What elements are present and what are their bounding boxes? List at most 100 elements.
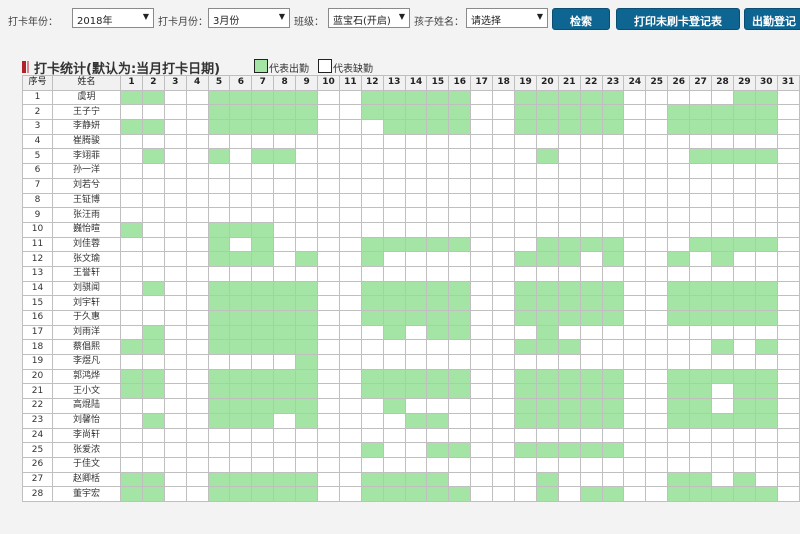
attendance-cell-present [295, 324, 319, 341]
attendance-cell-present [207, 383, 231, 400]
col-header-index: 序号 [22, 75, 53, 91]
child-name-select-value: 请选择 [471, 16, 501, 27]
attendance-cell-absent [645, 89, 669, 106]
attendance-cell-absent [426, 148, 450, 165]
attendance-cell-absent [776, 471, 800, 488]
attendance-cell-present [754, 148, 778, 165]
attendance-cell-absent [360, 412, 384, 429]
attendance-cell-absent [163, 324, 187, 341]
attendance-cell-present [404, 486, 428, 502]
attendance-cell-absent [338, 89, 362, 106]
attendance-cell-present [295, 412, 319, 429]
attendance-cell-present [360, 104, 384, 121]
attendance-cell-absent [163, 177, 187, 194]
attendance-cell-absent [273, 427, 297, 444]
class-dropdown-arrow-icon: ▼ [398, 12, 405, 21]
attendance-cell-absent [163, 456, 187, 473]
table-row: 24 李尚轩 [22, 427, 800, 444]
attendance-cell-absent [207, 427, 231, 444]
child-name-select[interactable]: 请选择 ▼ [466, 8, 548, 28]
attendance-cell-present [535, 148, 559, 165]
attendance-cell-present [535, 295, 559, 311]
attendance-cell-present [732, 398, 756, 414]
section-header: 打卡统计(默认为:当月打卡日期) 代表出勤 代表缺勤 [22, 58, 422, 77]
attendance-cell-present [667, 104, 691, 121]
attendance-cell-absent [251, 442, 275, 458]
attendance-cell-absent [207, 163, 231, 179]
attendance-cell-present [711, 310, 734, 326]
attendance-cell-present [295, 354, 319, 370]
attendance-cell-absent [295, 192, 319, 209]
attendance-cell-absent [317, 383, 340, 400]
attendance-cell-absent [623, 89, 647, 106]
attendance-cell-absent [273, 412, 297, 429]
attendance-cell-absent [470, 310, 494, 326]
attendance-cell-present [382, 486, 406, 502]
student-name: 刘骐闻 [52, 280, 121, 297]
attendance-cell-absent [185, 442, 209, 458]
attendance-cell-present [426, 442, 450, 458]
table-row: 14 刘骐闻 [22, 280, 800, 297]
attendance-cell-absent [426, 163, 450, 179]
attendance-cell-absent [426, 192, 450, 209]
attendance-cell-present [251, 324, 275, 341]
attendance-cell-present [426, 471, 450, 488]
attendance-cell-present [295, 280, 319, 297]
attendance-cell-present [360, 383, 384, 400]
title-marker-icon [22, 61, 26, 73]
attendance-cell-present [535, 442, 559, 458]
table-row: 23 刘馨怡 [22, 412, 800, 429]
attendance-cell-absent [579, 339, 603, 356]
attendance-cell-absent [338, 427, 362, 444]
attendance-cell-absent [207, 177, 231, 194]
attendance-cell-present [601, 295, 625, 311]
attendance-cell-absent [557, 354, 581, 370]
attendance-cell-present [207, 89, 231, 106]
table-row: 7 刘若兮 [22, 177, 800, 194]
attendance-cell-absent [557, 324, 581, 341]
attendance-cell-absent [667, 456, 691, 473]
attendance-cell-present [426, 295, 450, 311]
attendance-cell-present [207, 104, 231, 121]
attendance-cell-present [667, 368, 691, 385]
attendance-cell-present [295, 398, 319, 414]
class-select[interactable]: 蓝宝石(开启) ▼ [328, 8, 410, 28]
attendance-cell-absent [338, 471, 362, 488]
search-button[interactable]: 检索 [552, 8, 610, 30]
attendance-cell-present [273, 486, 297, 502]
attendance-cell-absent [645, 324, 669, 341]
attendance-cell-present [535, 89, 559, 106]
table-row: 6 孙一洋 [22, 163, 800, 179]
attendance-cell-present [207, 412, 231, 429]
attendance-cell-absent [754, 221, 778, 238]
attendance-cell-present [404, 383, 428, 400]
attendance-cell-absent [120, 104, 143, 121]
month-select[interactable]: 3月份 ▼ [208, 8, 290, 28]
attendance-cell-absent [645, 442, 669, 458]
attendance-cell-absent [754, 177, 778, 194]
attendance-cell-absent [448, 339, 472, 356]
attendance-cell-present [689, 398, 713, 414]
attendance-register-button[interactable]: 出勤登记 [744, 8, 800, 30]
year-select[interactable]: 2018年 ▼ [72, 8, 154, 28]
attendance-cell-absent [404, 456, 428, 473]
attendance-cell-absent [579, 265, 603, 282]
attendance-cell-absent [623, 383, 647, 400]
attendance-cell-present [535, 251, 559, 267]
attendance-cell-absent [667, 192, 691, 209]
attendance-cell-present [557, 119, 581, 135]
attendance-cell-present [557, 442, 581, 458]
attendance-cell-absent [579, 471, 603, 488]
attendance-cell-present [295, 486, 319, 502]
attendance-cell-absent [492, 163, 516, 179]
attendance-cell-present [120, 368, 143, 385]
print-unswiped-button[interactable]: 打印未刷卡登记表 [616, 8, 740, 30]
student-name: 巍怡暄 [52, 221, 121, 238]
attendance-cell-absent [711, 133, 734, 150]
attendance-cell-absent [492, 471, 516, 488]
student-name: 李静妍 [52, 119, 121, 135]
legend-present-label: 代表出勤 [269, 64, 309, 75]
attendance-cell-absent [667, 339, 691, 356]
attendance-cell-absent [776, 354, 800, 370]
attendance-cell-present [754, 89, 778, 106]
